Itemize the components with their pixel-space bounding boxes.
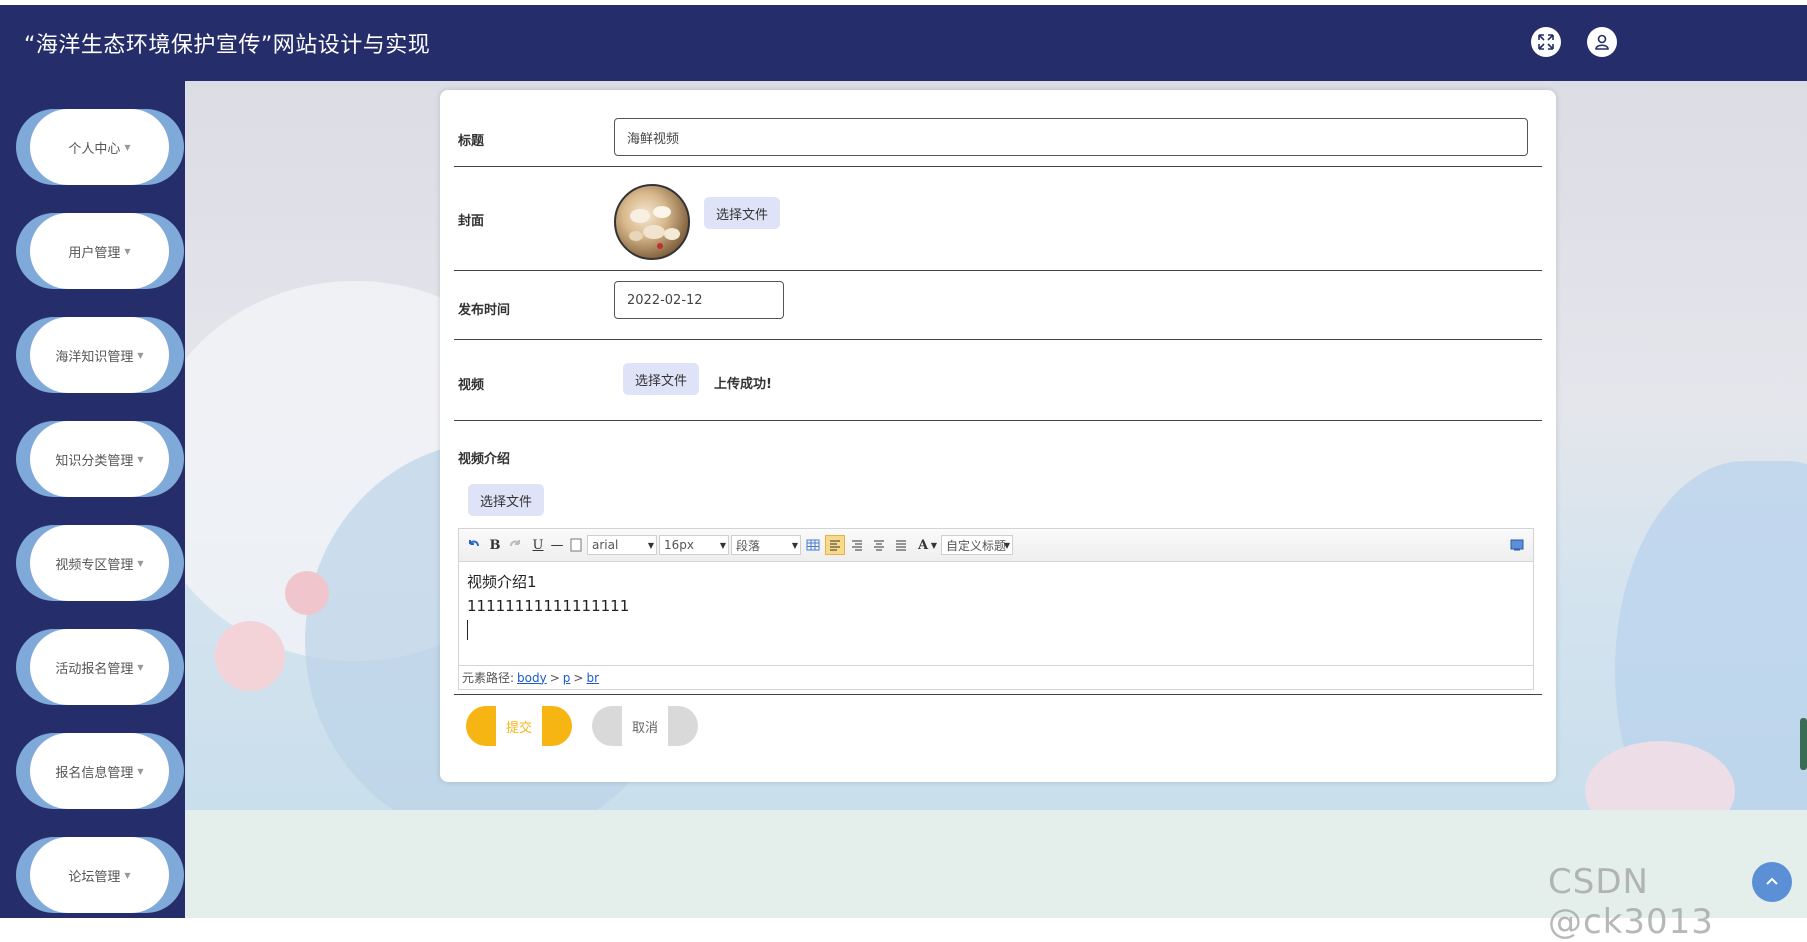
align-right-icon[interactable] [849,535,865,555]
chevron-down-icon: ▼ [124,142,131,152]
path-link-body[interactable]: body [517,671,547,685]
align-justify-icon[interactable] [893,535,909,555]
font-size-value: 16px [664,538,694,552]
edit-form-card: 标题 海鲜视频 封面 选择文件 发布时间 2022-02-12 视频 选择文件 … [440,90,1556,782]
user-icon[interactable] [1587,27,1617,57]
path-link-br[interactable]: br [586,671,599,685]
sidebar-item-ocean-knowledge[interactable]: 海洋知识管理 ▼ [16,317,184,393]
video-choose-file-button[interactable]: 选择文件 [623,363,699,395]
sidebar-item-label: 个人中心 [68,141,121,157]
cover-choose-file-button[interactable]: 选择文件 [704,197,780,229]
fullscreen-icon[interactable] [1531,27,1561,57]
title-input[interactable]: 海鲜视频 [614,118,1528,156]
editor-toolbar: B U — arial ▼ 16px ▼ 段落 ▼ A ▼ 自定义标题 ▼ [459,529,1533,562]
font-family-select[interactable]: arial ▼ [587,535,657,555]
chevron-down-icon: ▼ [124,870,131,880]
chevron-down-icon: ▼ [791,540,798,550]
sidebar-item-personal-center[interactable]: 个人中心 ▼ [16,109,184,185]
sidebar-item-label: 报名信息管理 [55,765,134,781]
align-center-icon[interactable] [871,535,887,555]
align-left-icon[interactable] [825,535,845,555]
publish-date-label: 发布时间 [458,303,511,318]
editor-line: 视频介绍1 [467,573,537,591]
element-path-label: 元素路径: [462,671,515,685]
form-row-publish-date: 发布时间 2022-02-12 [454,271,1542,340]
chevron-down-icon: ▼ [137,454,144,464]
fullscreen-editor-icon[interactable] [1509,535,1525,555]
editor-content-area[interactable]: 视频介绍1 11111111111111111 [459,562,1533,662]
rich-text-editor: B U — arial ▼ 16px ▼ 段落 ▼ A ▼ 自定义标题 ▼ 视频… [458,528,1534,690]
text-cursor [467,620,468,640]
sidebar-item-label: 活动报名管理 [55,661,134,677]
cover-image [614,184,690,260]
video-intro-label: 视频介绍 [458,452,511,467]
horizontal-rule-button[interactable]: — [549,535,565,555]
table-icon[interactable] [805,535,821,555]
font-size-select[interactable]: 16px ▼ [659,535,729,555]
app-header: “海洋生态环境保护宣传”网站设计与实现 [0,5,1807,81]
sidebar-item-label: 知识分类管理 [55,453,134,469]
sidebar-item-label: 视频专区管理 [55,557,134,573]
sidebar-item-user-management[interactable]: 用户管理 ▼ [16,213,184,289]
submit-button[interactable]: 提交 [466,706,572,746]
undo-icon[interactable] [465,535,483,555]
paragraph-select[interactable]: 段落 ▼ [731,535,801,555]
video-label: 视频 [458,378,485,393]
cover-label: 封面 [458,214,485,229]
chevron-down-icon: ▼ [137,662,144,672]
editor-line: 11111111111111111 [467,597,630,615]
font-family-value: arial [592,538,619,552]
intro-choose-file-button[interactable]: 选择文件 [468,484,544,516]
chevron-down-icon: ▼ [137,558,144,568]
flower-decoration [215,621,285,691]
sidebar-item-video-zone[interactable]: 视频专区管理 ▼ [16,525,184,601]
title-label: 标题 [458,134,485,149]
sidebar-item-label: 海洋知识管理 [55,349,134,365]
form-row-cover: 封面 选择文件 [454,167,1542,271]
sidebar: 个人中心 ▼ 用户管理 ▼ 海洋知识管理 ▼ 知识分类管理 ▼ 视频专区管理 ▼ 活动报名… [0,81,185,918]
watermark: CSDN @ck3013 [1548,862,1714,942]
bold-button[interactable]: B [487,535,503,555]
form-row-video: 视频 选择文件 上传成功! [454,340,1542,421]
paragraph-value: 段落 [736,538,761,553]
upload-success-text: 上传成功! [714,377,772,392]
chevron-down-icon: ▼ [1003,540,1010,550]
custom-title-select[interactable]: 自定义标题 ▼ [941,535,1013,555]
path-separator: > [573,670,584,685]
sidebar-item-forum[interactable]: 论坛管理 ▼ [16,837,184,913]
site-title: “海洋生态环境保护宣传”网站设计与实现 [24,33,431,58]
form-row-title: 标题 海鲜视频 [454,90,1542,167]
chevron-down-icon: ▼ [647,540,654,550]
publish-date-input[interactable]: 2022-02-12 [614,281,784,319]
scrollbar-thumb[interactable] [1800,718,1807,770]
cancel-button-label: 取消 [631,720,658,736]
form-divider [454,694,1542,695]
chevron-down-icon: ▼ [719,540,726,550]
redo-icon[interactable] [507,535,523,555]
path-link-p[interactable]: p [563,671,571,685]
flower-decoration [285,571,329,615]
chevron-down-icon: ▼ [137,766,144,776]
editor-status-bar: 元素路径: body > p > br [459,665,1533,689]
chevron-down-icon: ▼ [137,350,144,360]
sidebar-item-label: 论坛管理 [68,869,121,885]
sidebar-item-knowledge-category[interactable]: 知识分类管理 ▼ [16,421,184,497]
sidebar-item-signup-info[interactable]: 报名信息管理 ▼ [16,733,184,809]
document-icon[interactable] [569,535,583,555]
underline-button[interactable]: U [531,535,545,555]
cancel-button[interactable]: 取消 [592,706,698,746]
chevron-down-icon[interactable]: ▼ [929,535,939,555]
custom-title-value: 自定义标题 [946,538,1007,553]
chevron-down-icon: ▼ [124,246,131,256]
submit-button-label: 提交 [505,720,532,736]
sidebar-item-activity-signup[interactable]: 活动报名管理 ▼ [16,629,184,705]
sidebar-item-label: 用户管理 [68,245,121,261]
path-separator: > [549,670,560,685]
